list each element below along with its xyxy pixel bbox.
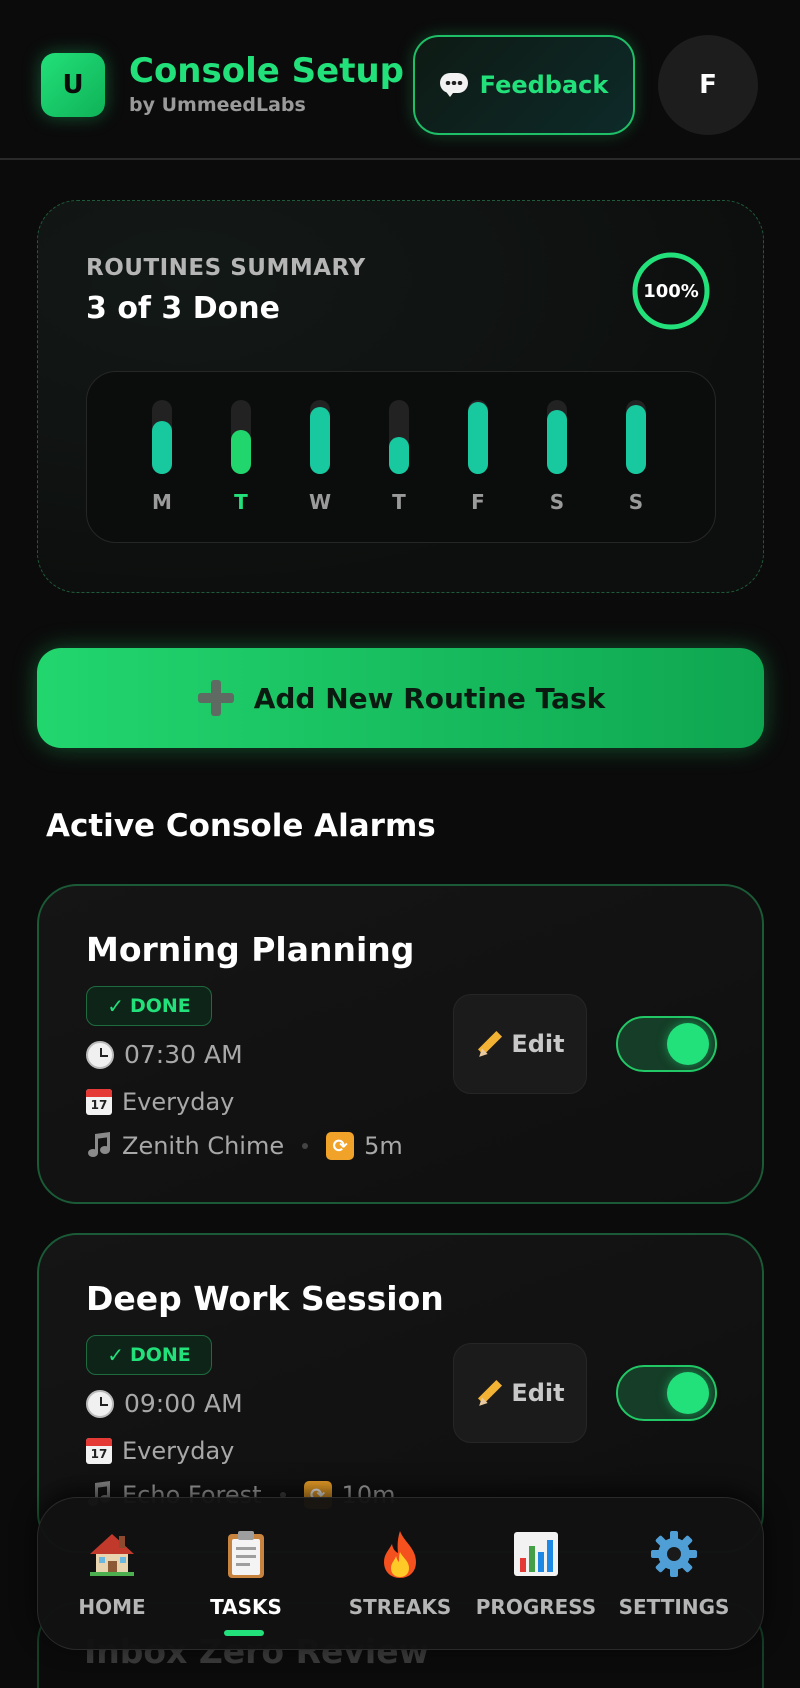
day-bar-track (547, 400, 567, 474)
day-bar (547, 410, 567, 474)
day-bar (152, 421, 172, 474)
user-avatar[interactable]: F (658, 35, 758, 135)
weekly-chart: MTWTFSS (86, 371, 716, 543)
app-subtitle: by UmmeedLabs (129, 94, 306, 116)
alarm-repeat: Everyday (122, 1088, 235, 1116)
nav-label: TASKS (210, 1595, 282, 1619)
repeat-icon: ⟳ (326, 1132, 355, 1160)
edit-label: Edit (511, 1030, 565, 1058)
status-badge: ✓ DONE (86, 1335, 212, 1375)
day-label: T (392, 490, 406, 514)
music-note-icon (86, 1131, 112, 1159)
day-bar-track (468, 400, 488, 474)
progress-percent: 100% (643, 280, 699, 302)
toggle-knob (667, 1023, 709, 1065)
day-bar-track (389, 400, 409, 474)
alarm-time: 07:30 AM (124, 1040, 243, 1069)
alarm-toggle[interactable] (616, 1365, 717, 1421)
feedback-button[interactable]: Feedback (413, 35, 635, 135)
clipboard-icon (228, 1531, 264, 1578)
status-label: DONE (129, 1344, 191, 1366)
summary-value: 3 of 3 Done (86, 291, 280, 326)
day-bar-track (152, 400, 172, 474)
day-bar (626, 405, 646, 474)
day-bar (468, 402, 488, 474)
nav-label: PROGRESS (475, 1595, 597, 1619)
alarm-sound-row: Zenith Chime ⟳ 5m (86, 1131, 403, 1160)
add-routine-task-label: Add New Routine Task (253, 681, 606, 715)
section-title: Active Console Alarms (46, 808, 436, 844)
app-screen: U Console Setup by UmmeedLabs Feedback F… (0, 0, 800, 1688)
alarm-repeat-row: Everyday (86, 1088, 234, 1116)
summary-label: ROUTINES SUMMARY (86, 255, 366, 281)
house-icon (90, 1534, 134, 1576)
clock-icon (86, 1389, 114, 1418)
separator-dot (302, 1143, 309, 1149)
day-label: W (308, 490, 332, 514)
add-routine-task-button[interactable]: Add New Routine Task (37, 648, 764, 748)
nav-label: HOME (78, 1595, 146, 1619)
alarm-time-row: 09:00 AM (86, 1389, 243, 1418)
app-title: Console Setup (129, 51, 405, 91)
alarm-card[interactable]: Morning Planning ✓ DONE 07:30 AM Everyda… (37, 884, 764, 1204)
day-bar (231, 430, 251, 474)
day-bar (389, 437, 409, 474)
day-bar-track (231, 400, 251, 474)
alarm-sound: Zenith Chime (122, 1132, 285, 1160)
alarm-snooze: 5m (364, 1132, 403, 1160)
alarm-repeat-row: Everyday (86, 1437, 234, 1465)
check-icon: ✓ (107, 1343, 124, 1367)
calendar-icon (86, 1438, 112, 1464)
alarm-time: 09:00 AM (124, 1389, 243, 1418)
active-indicator (224, 1630, 264, 1636)
pencil-icon (475, 1378, 505, 1409)
pencil-icon (475, 1029, 505, 1060)
edit-button[interactable]: Edit (453, 1343, 587, 1443)
edit-label: Edit (511, 1379, 565, 1407)
feedback-label: Feedback (479, 71, 609, 99)
nav-item-home[interactable]: HOME (42, 1498, 182, 1651)
day-label: T (234, 490, 248, 514)
day-label: S (549, 490, 565, 514)
progress-ring: 100% (631, 251, 711, 331)
calendar-icon (86, 1089, 112, 1115)
check-icon: ✓ (107, 994, 124, 1018)
nav-label: STREAKS (348, 1595, 452, 1619)
app-header: U Console Setup by UmmeedLabs Feedback F (0, 0, 800, 160)
day-label: M (152, 490, 172, 514)
alarm-title: Deep Work Session (86, 1279, 444, 1318)
alarm-toggle[interactable] (616, 1016, 717, 1072)
routines-summary-card: ROUTINES SUMMARY 3 of 3 Done 100% M T W T F S… (37, 200, 764, 593)
clock-icon (86, 1040, 114, 1069)
status-badge: ✓ DONE (86, 986, 212, 1026)
plus-icon (196, 678, 236, 718)
toggle-knob (667, 1372, 709, 1414)
edit-button[interactable]: Edit (453, 994, 587, 1094)
app-logo: U (41, 53, 105, 117)
day-label: S (628, 490, 644, 514)
status-label: DONE (129, 995, 191, 1017)
gear-icon (651, 1531, 697, 1577)
speech-bubble-icon (439, 73, 468, 97)
day-bar-track (310, 400, 330, 474)
day-label: F (471, 490, 485, 514)
nav-item-progress[interactable]: PROGRESS (466, 1498, 606, 1651)
alarm-repeat: Everyday (122, 1437, 235, 1465)
nav-label: SETTINGS (618, 1595, 730, 1619)
bottom-nav: HOME TASKS STREAKS PROGRESS SETTINGS (37, 1497, 764, 1650)
fire-icon (384, 1531, 416, 1578)
day-bar (310, 407, 330, 474)
alarm-title: Morning Planning (86, 930, 415, 969)
bar-chart-icon (514, 1532, 558, 1576)
day-bar-track (626, 400, 646, 474)
nav-item-settings[interactable]: SETTINGS (604, 1498, 744, 1651)
nav-item-tasks[interactable]: TASKS (176, 1498, 316, 1651)
nav-item-streaks[interactable]: STREAKS (330, 1498, 470, 1651)
alarm-time-row: 07:30 AM (86, 1040, 243, 1069)
